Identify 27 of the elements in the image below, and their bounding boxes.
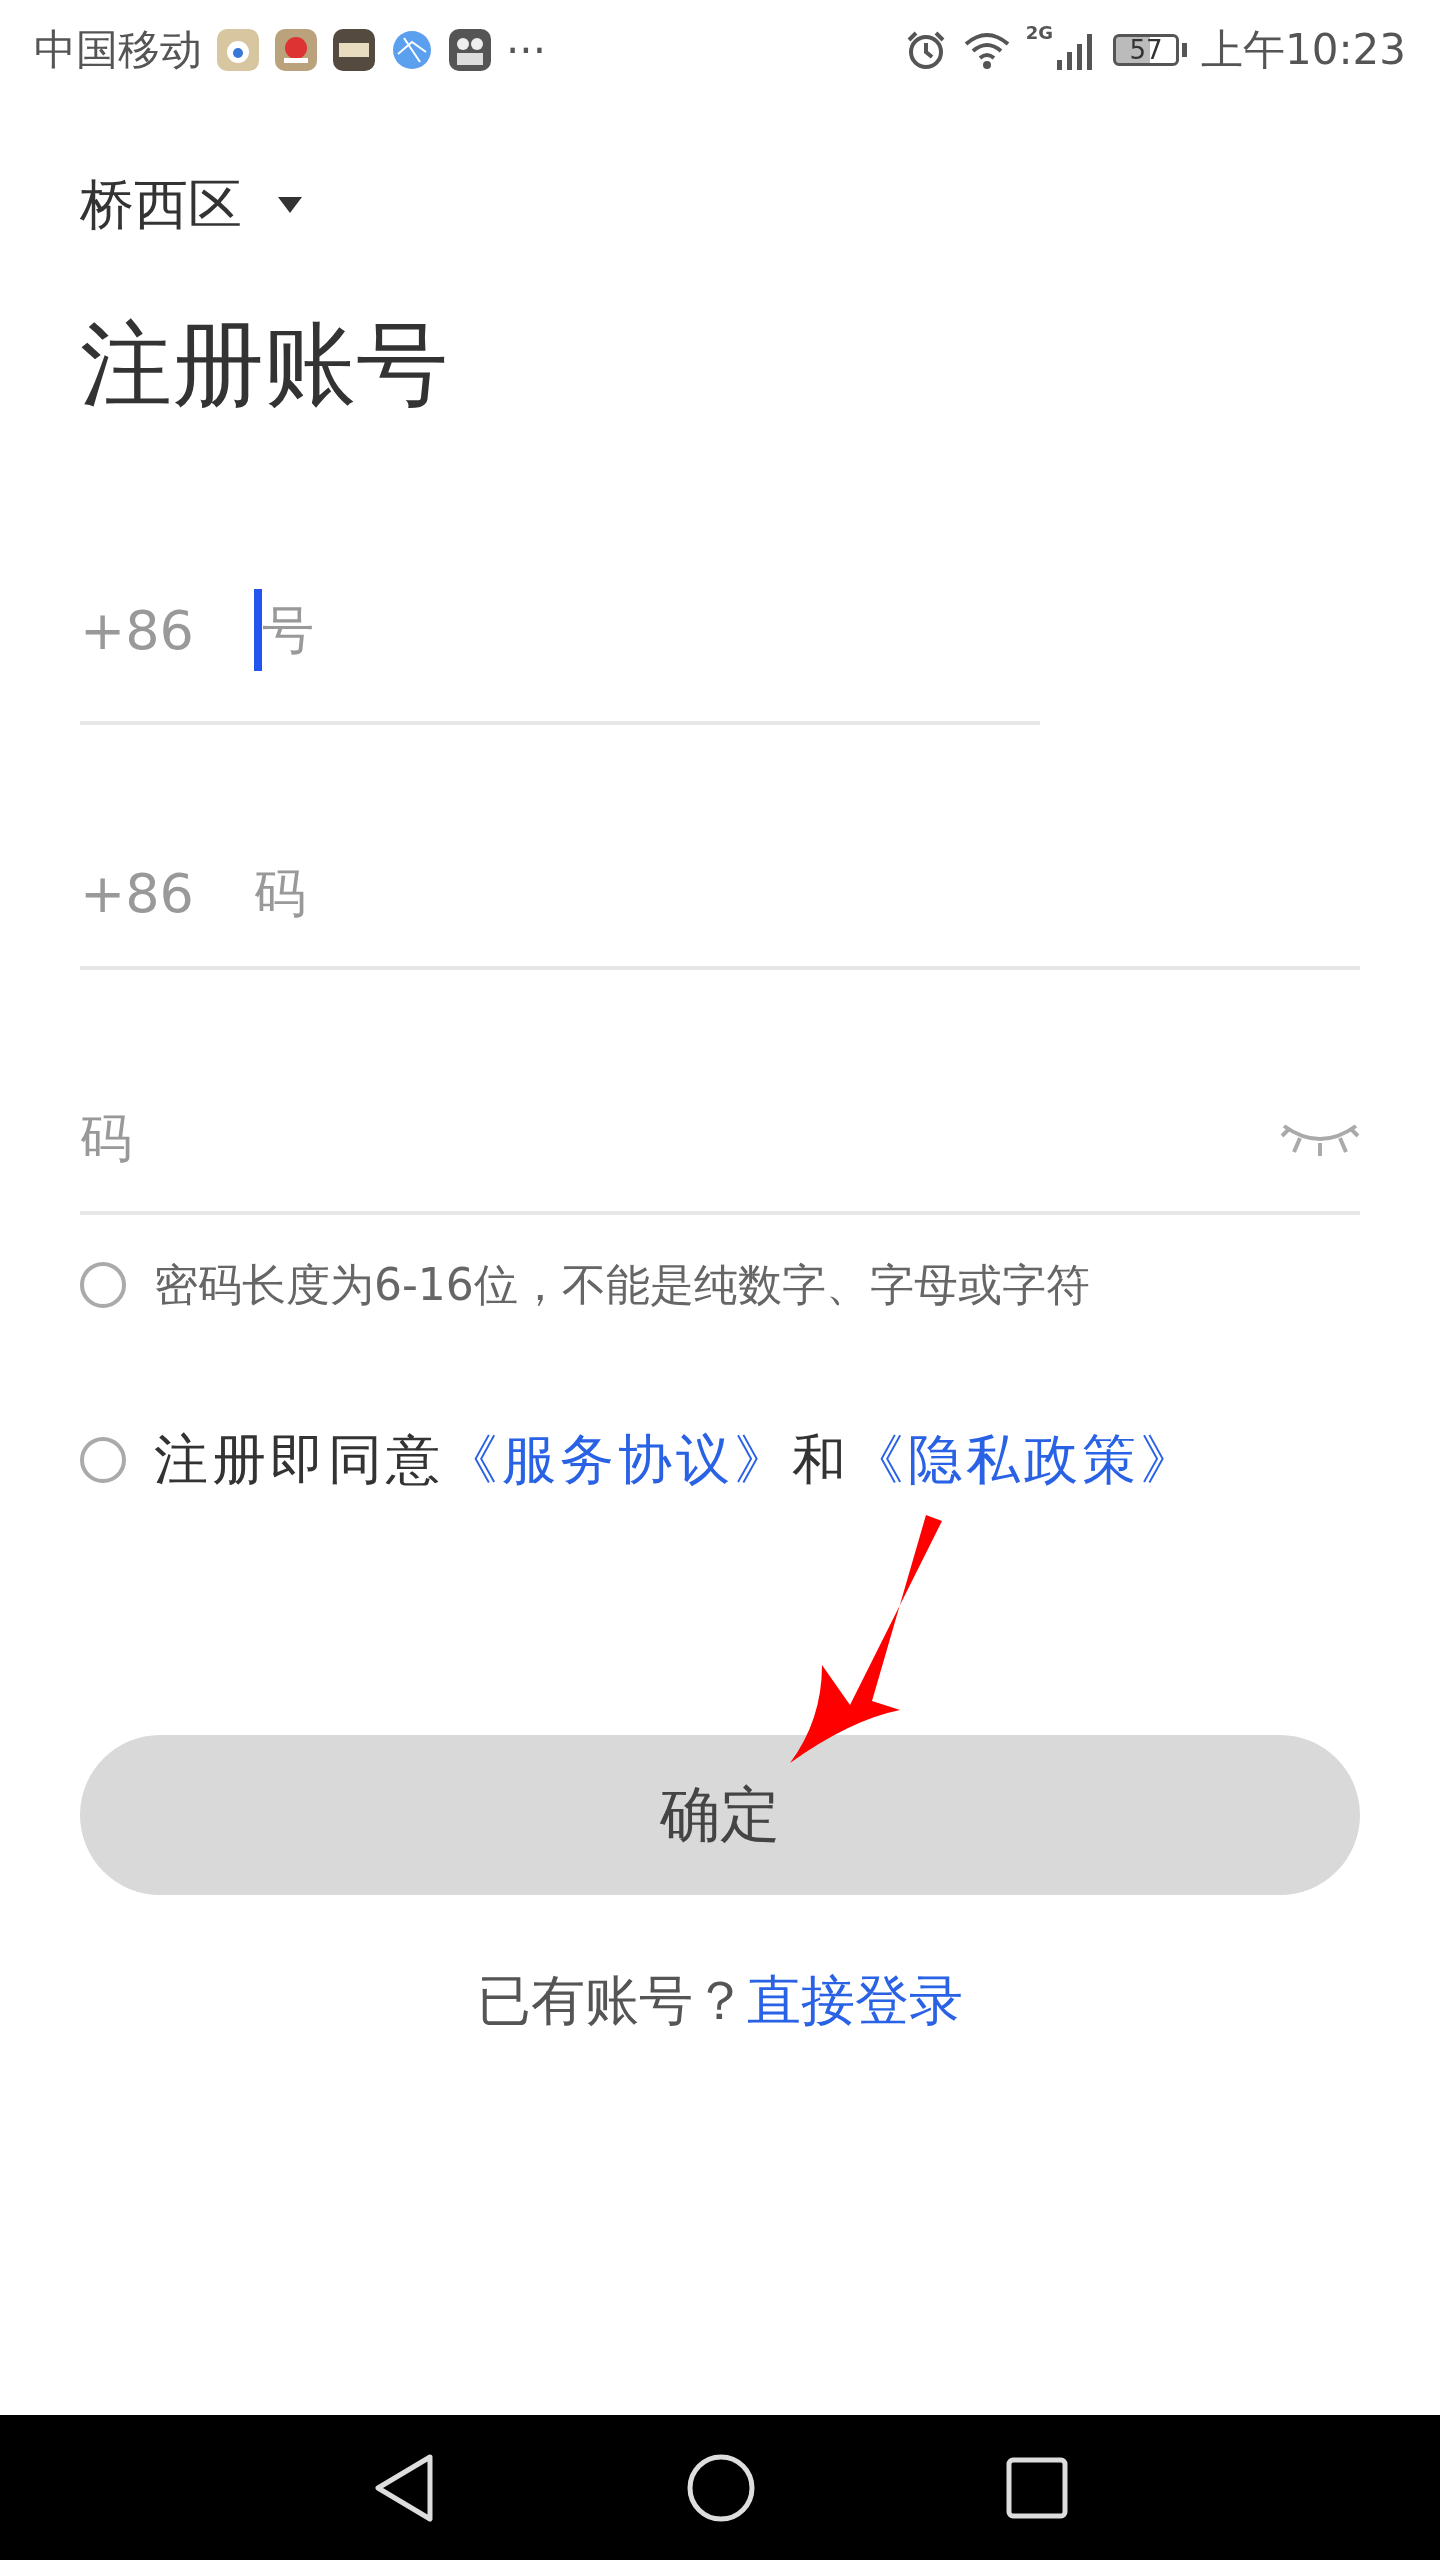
camera-app-icon xyxy=(448,28,492,72)
back-button[interactable] xyxy=(372,2452,436,2523)
privacy-link[interactable]: 《隐私政策》 xyxy=(850,1423,1198,1497)
conjunction-text: 和 xyxy=(792,1426,850,1493)
clock-time: 上午10:23 xyxy=(1200,24,1406,76)
radio-button[interactable] xyxy=(80,1262,126,1309)
country-code[interactable]: +86 xyxy=(80,598,194,662)
dropdown-caret-icon xyxy=(278,197,302,213)
country-code[interactable]: +86 xyxy=(80,861,194,925)
globe-app-icon xyxy=(390,28,434,72)
input-field[interactable]: 码 xyxy=(253,863,554,924)
login-prompt: 已有账号？ xyxy=(477,1969,747,2033)
network-type: 2G xyxy=(1025,22,1053,43)
login-link[interactable]: 直接登录 xyxy=(747,1969,963,2033)
agreement-text: 注册即同意 xyxy=(154,1426,444,1493)
recents-button[interactable] xyxy=(1006,2456,1068,2519)
page-title: 注册账号 xyxy=(80,310,449,420)
terms-link[interactable]: 《服务协议》 xyxy=(444,1423,792,1497)
home-button[interactable] xyxy=(686,2452,756,2523)
input-field[interactable]: 号 xyxy=(261,600,602,661)
input-field[interactable]: 码 xyxy=(80,1108,380,1169)
confirm-button[interactable]: 确定 xyxy=(80,1735,1360,1896)
carrier-name: 中国移动 xyxy=(34,24,202,76)
district-selector[interactable]: 桥西区 xyxy=(80,168,242,242)
password-hint: 密码长度为6-16位，不能是纯数字、字母或字符 xyxy=(154,1257,1090,1312)
more-indicator: ··· xyxy=(506,25,547,75)
radio-button[interactable] xyxy=(80,1437,126,1484)
